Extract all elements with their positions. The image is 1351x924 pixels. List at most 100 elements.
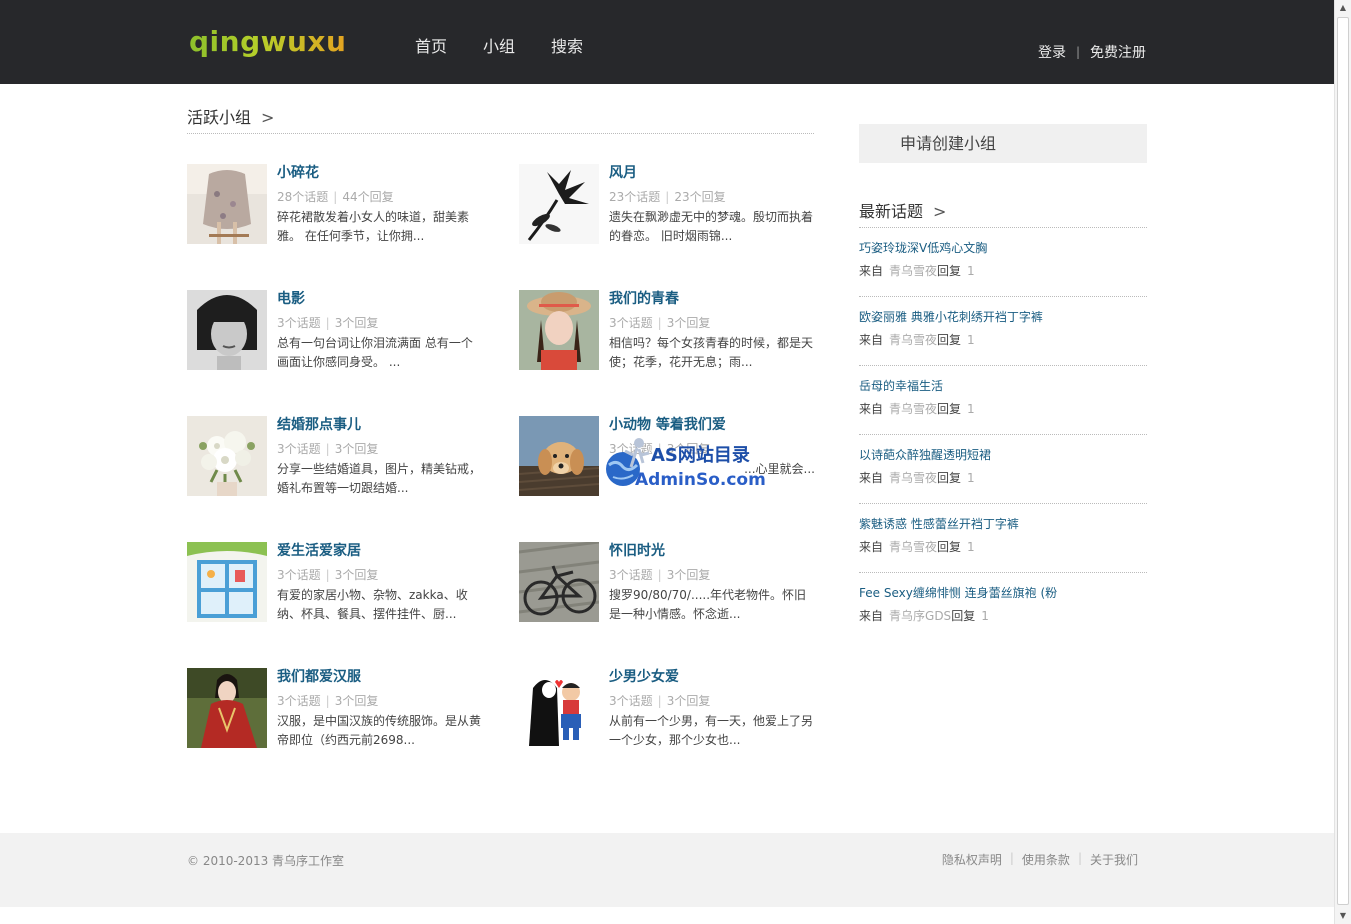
group-card: 少男少女爱 3个话题 | 3个回复 从前有一个少男，有一天，他爱上了另一个少女，那个… xyxy=(519,668,819,750)
group-reply-count: 3个回复 xyxy=(334,568,379,582)
privacy-link[interactable]: 隐私权声明 xyxy=(942,851,1002,868)
group-card: 我们的青春 3个话题 | 3个回复 相信吗？每个女孩青春的时候，都是天使；花季，花开… xyxy=(519,290,819,372)
topic-reply-count: 1 xyxy=(967,402,975,416)
group-title[interactable]: 怀旧时光 xyxy=(609,542,665,560)
copyright: © 2010-2013 青乌序工作室 xyxy=(187,854,345,868)
puppy-photo[interactable] xyxy=(519,416,599,496)
group-description: 汉服，是中国汉族的传统服饰。是从黄帝即位（约西元前2698... xyxy=(277,714,482,747)
group-title[interactable]: 小动物 等着我们爱 xyxy=(609,416,726,434)
group-card: 结婚那点事儿 3个话题 | 3个回复 分享一些结婚道具，图片，精美钻戒，婚礼布置等一… xyxy=(187,416,487,498)
group-reply-count: 3个回复 xyxy=(334,316,379,330)
create-group-button[interactable]: 申请创建小组 xyxy=(859,124,1147,163)
group-title[interactable]: 小碎花 xyxy=(277,164,319,182)
group-description: 碎花裙散发着小女人的味道，甜美素雅。 在任何季节，让你拥... xyxy=(277,210,470,243)
group-title[interactable]: 风月 xyxy=(609,164,637,182)
login-link[interactable]: 登录 xyxy=(1038,42,1066,62)
watermark-domain: AdminSo.com xyxy=(635,470,766,490)
register-link[interactable]: 免费注册 xyxy=(1090,42,1146,62)
page: qingwuxu 首页 小组 搜索 登录 | 免费注册 活跃小组 > 小碎花 28… xyxy=(0,0,1334,924)
topic-reply-count: 1 xyxy=(967,264,975,278)
topic-meta: 来自 青乌雪夜回复 1 xyxy=(859,401,975,417)
bouquet-photo[interactable] xyxy=(187,416,267,496)
woman-portrait-photo[interactable] xyxy=(187,290,267,370)
latest-topics-title[interactable]: 最新话题 xyxy=(859,202,923,221)
active-groups-arrow[interactable]: > xyxy=(261,108,274,127)
floral-dress-photo[interactable] xyxy=(187,164,267,244)
topic-reply-label: 回复 xyxy=(951,609,976,623)
group-topic-count: 3个话题 xyxy=(277,568,321,582)
scroll-down-icon[interactable]: ▼ xyxy=(1335,908,1351,924)
group-stats: 3个话题 | 3个回复 xyxy=(609,694,711,708)
watermark-title: AS网站目录 xyxy=(651,445,750,466)
group-title[interactable]: 少男少女爱 xyxy=(609,668,679,686)
group-description: 总有一句台词让你泪流满面 总有一个画面让你感同身受。 ... xyxy=(277,336,473,369)
group-stats: 3个话题 | 3个回复 xyxy=(277,568,379,582)
active-groups-title[interactable]: 活跃小组 xyxy=(187,108,251,127)
nav-groups[interactable]: 小组 xyxy=(483,36,515,58)
group-description: 从前有一个少男，有一天，他爱上了另一个少女，那个少女也... xyxy=(609,714,814,747)
group-topic-count: 3个话题 xyxy=(609,316,653,330)
group-reply-count: 23个回复 xyxy=(674,190,726,204)
group-description: 遗失在飘渺虚无中的梦魂。殷切而执着的眷恋。 旧时烟雨锦... xyxy=(609,210,814,243)
about-link[interactable]: 关于我们 xyxy=(1090,851,1138,868)
cartoon-couple-photo[interactable] xyxy=(519,668,599,748)
topic-item: Fee Sexy缠绵悱恻 连身蕾丝旗袍 (粉 来自 青乌序GDS回复 1 xyxy=(859,573,1147,642)
group-card: 怀旧时光 3个话题 | 3个回复 搜罗90/80/70/.....年代老物件。怀旧是… xyxy=(519,542,819,624)
group-title[interactable]: 我们都爱汉服 xyxy=(277,668,361,686)
group-topic-count: 3个话题 xyxy=(277,442,321,456)
cabinet-photo[interactable] xyxy=(187,542,267,622)
topic-from-label: 来自 xyxy=(859,264,884,278)
black-flower-photo[interactable] xyxy=(519,164,599,244)
topic-title[interactable]: 紫魅诱惑 性感蕾丝开裆丁字裤 xyxy=(859,516,1019,532)
topic-item: 岳母的幸福生活 来自 青乌雪夜回复 1 xyxy=(859,366,1147,435)
nav-home[interactable]: 首页 xyxy=(415,36,447,58)
topic-author[interactable]: 青乌雪夜 xyxy=(889,402,937,416)
scrollbar-thumb[interactable] xyxy=(1337,17,1349,905)
scroll-up-icon[interactable]: ▲ xyxy=(1335,0,1351,16)
group-title[interactable]: 爱生活爱家居 xyxy=(277,542,361,560)
topic-reply-label: 回复 xyxy=(937,402,962,416)
topic-meta: 来自 青乌雪夜回复 1 xyxy=(859,263,975,279)
group-title[interactable]: 结婚那点事儿 xyxy=(277,416,361,434)
bicycle-photo[interactable] xyxy=(519,542,599,622)
topic-meta: 来自 青乌序GDS回复 1 xyxy=(859,608,989,624)
group-description: 搜罗90/80/70/.....年代老物件。怀旧是一种小情感。怀念逝... xyxy=(609,588,807,621)
group-description: 相信吗？每个女孩青春的时候，都是天使；花季，花开无息；雨... xyxy=(609,336,814,369)
topic-title[interactable]: 以诗葩众醉独醒透明短裙 xyxy=(859,447,991,463)
topic-author[interactable]: 青乌雪夜 xyxy=(889,264,937,278)
topic-reply-count: 1 xyxy=(967,540,975,554)
topic-title[interactable]: 岳母的幸福生活 xyxy=(859,378,943,394)
topic-title[interactable]: 巧姿玲珑深V低鸡心文胸 xyxy=(859,240,987,256)
terms-link[interactable]: 使用条款 xyxy=(1022,851,1070,868)
topic-author[interactable]: 青乌序GDS xyxy=(889,609,951,623)
group-title[interactable]: 我们的青春 xyxy=(609,290,679,308)
group-topic-count: 3个话题 xyxy=(609,694,653,708)
topic-meta: 来自 青乌雪夜回复 1 xyxy=(859,470,975,486)
latest-topics-arrow[interactable]: > xyxy=(933,202,946,221)
topic-author[interactable]: 青乌雪夜 xyxy=(889,540,937,554)
group-card: 小碎花 28个话题 | 44个回复 碎花裙散发着小女人的味道，甜美素雅。 在任何季节… xyxy=(187,164,487,246)
nav-search[interactable]: 搜索 xyxy=(551,36,583,58)
topic-author[interactable]: 青乌雪夜 xyxy=(889,471,937,485)
hanfu-photo[interactable] xyxy=(187,668,267,748)
group-title[interactable]: 电影 xyxy=(277,290,305,308)
topic-from-label: 来自 xyxy=(859,540,884,554)
topic-title[interactable]: 欧姿丽雅 典雅小花刺绣开裆丁字裤 xyxy=(859,309,1043,325)
girl-hat-photo[interactable] xyxy=(519,290,599,370)
group-card: 电影 3个话题 | 3个回复 总有一句台词让你泪流满面 总有一个画面让你感同身受。 … xyxy=(187,290,487,372)
topic-author[interactable]: 青乌雪夜 xyxy=(889,333,937,347)
site-logo[interactable]: qingwuxu xyxy=(189,24,346,60)
topic-item: 巧姿玲珑深V低鸡心文胸 来自 青乌雪夜回复 1 xyxy=(859,228,1147,297)
topic-reply-count: 1 xyxy=(967,471,975,485)
group-stats: 3个话题 | 3个回复 xyxy=(277,694,379,708)
user-links: 登录 | 免费注册 xyxy=(1038,42,1146,62)
topic-meta: 来自 青乌雪夜回复 1 xyxy=(859,539,975,555)
group-stats: 3个话题 | 3个回复 xyxy=(609,568,711,582)
vertical-scrollbar[interactable]: ▲ ▼ xyxy=(1334,0,1351,924)
group-reply-count: 3个回复 xyxy=(666,568,711,582)
topic-reply-label: 回复 xyxy=(937,333,962,347)
topic-title[interactable]: Fee Sexy缠绵悱恻 连身蕾丝旗袍 (粉 xyxy=(859,585,1057,601)
topic-reply-label: 回复 xyxy=(937,264,962,278)
latest-topics-heading: 最新话题 > xyxy=(859,198,1147,228)
footer: © 2010-2013 青乌序工作室 隐私权声明 | 使用条款 | 关于我们 xyxy=(0,833,1334,907)
